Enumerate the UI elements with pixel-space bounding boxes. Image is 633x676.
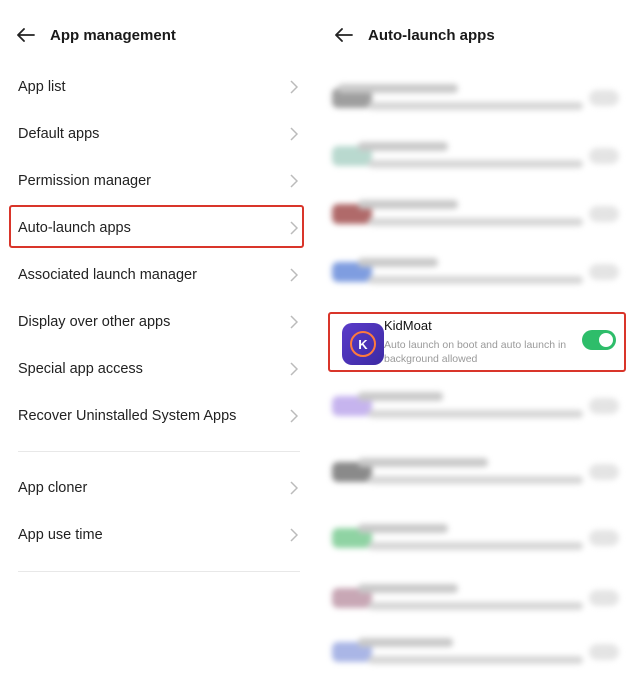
app-name-placeholder: [338, 84, 458, 93]
kidmoat-app-row[interactable]: K KidMoat Auto launch on boot and auto l…: [328, 312, 626, 372]
app-name-placeholder: [358, 458, 488, 467]
page-title: App management: [50, 26, 176, 44]
app-name-placeholder: [358, 142, 448, 151]
toggle-placeholder: [589, 644, 619, 660]
chevron-right-icon: [290, 528, 302, 542]
menu-item-label: App use time: [18, 527, 103, 543]
menu-item-label: Permission manager: [18, 173, 151, 189]
blurred-app-row[interactable]: [328, 632, 625, 676]
blurred-app-row[interactable]: [328, 386, 625, 430]
menu-item-label: Associated launch manager: [18, 267, 197, 283]
chevron-right-icon: [290, 315, 302, 329]
page-title: Auto-launch apps: [368, 26, 495, 44]
app-desc-placeholder: [368, 542, 583, 550]
app-management-panel: App management App list Default apps Per…: [0, 0, 316, 675]
app-management-header: App management: [16, 22, 176, 48]
auto-launch-apps-panel: Auto-launch apps K KidMoat Auto launch o…: [318, 0, 633, 675]
app-name-placeholder: [358, 584, 458, 593]
menu-item-associated-launch-manager[interactable]: Associated launch manager: [18, 255, 302, 295]
menu-item-recover-uninstalled-system-apps[interactable]: Recover Uninstalled System Apps: [18, 396, 302, 436]
chevron-right-icon: [290, 174, 302, 188]
blurred-app-row[interactable]: [328, 518, 625, 562]
chevron-right-icon: [290, 362, 302, 376]
kidmoat-app-icon: K: [342, 323, 384, 365]
menu-item-label: App list: [18, 79, 66, 95]
menu-item-label: Special app access: [18, 361, 143, 377]
toggle-placeholder: [589, 206, 619, 222]
app-desc-placeholder: [368, 656, 583, 664]
section-divider: [18, 571, 300, 572]
auto-launch-header: Auto-launch apps: [334, 22, 495, 48]
app-name-placeholder: [358, 200, 458, 209]
chevron-right-icon: [290, 481, 302, 495]
toggle-placeholder: [589, 398, 619, 414]
app-name-placeholder: [358, 524, 448, 533]
back-arrow-icon[interactable]: [16, 25, 36, 45]
app-name-placeholder: [358, 258, 438, 267]
app-desc-placeholder: [368, 410, 583, 418]
menu-item-label: Default apps: [18, 126, 100, 142]
chevron-right-icon: [290, 268, 302, 282]
app-name-placeholder: [358, 638, 453, 647]
app-desc-placeholder: [368, 102, 583, 110]
menu-item-default-apps[interactable]: Default apps: [18, 114, 302, 154]
chevron-right-icon: [290, 80, 302, 94]
app-desc-placeholder: [368, 276, 583, 284]
toggle-placeholder: [589, 530, 619, 546]
auto-launch-highlight-box: [9, 205, 304, 248]
kidmoat-logo-icon: K: [350, 331, 376, 357]
app-description: Auto launch on boot and auto launch in b…: [384, 339, 567, 365]
blurred-app-row[interactable]: [328, 194, 625, 238]
section-divider: [18, 451, 300, 452]
app-desc-placeholder: [368, 160, 583, 168]
blurred-app-row[interactable]: [328, 452, 625, 496]
back-arrow-icon[interactable]: [334, 25, 354, 45]
chevron-right-icon: [290, 127, 302, 141]
blurred-app-row[interactable]: [328, 578, 625, 622]
menu-item-label: Recover Uninstalled System Apps: [18, 408, 237, 424]
app-desc-placeholder: [368, 476, 583, 484]
chevron-right-icon: [290, 409, 302, 423]
toggle-placeholder: [589, 148, 619, 164]
menu-item-app-use-time[interactable]: App use time: [18, 515, 302, 555]
app-name-placeholder: [358, 392, 443, 401]
menu-item-app-list[interactable]: App list: [18, 67, 302, 107]
menu-item-permission-manager[interactable]: Permission manager: [18, 161, 302, 201]
menu-item-display-over-other-apps[interactable]: Display over other apps: [18, 302, 302, 342]
menu-item-label: Display over other apps: [18, 314, 171, 330]
menu-item-app-cloner[interactable]: App cloner: [18, 468, 302, 508]
app-desc-placeholder: [368, 602, 583, 610]
menu-item-label: App cloner: [18, 480, 88, 496]
toggle-knob: [599, 333, 613, 347]
blurred-app-row[interactable]: [328, 252, 625, 296]
toggle-placeholder: [589, 90, 619, 106]
app-name: KidMoat: [384, 318, 432, 333]
toggle-placeholder: [589, 264, 619, 280]
menu-item-special-app-access[interactable]: Special app access: [18, 349, 302, 389]
auto-launch-toggle[interactable]: [582, 330, 616, 350]
toggle-placeholder: [589, 590, 619, 606]
blurred-app-row[interactable]: [328, 78, 625, 122]
blurred-app-row[interactable]: [328, 136, 625, 180]
toggle-placeholder: [589, 464, 619, 480]
app-desc-placeholder: [368, 218, 583, 226]
